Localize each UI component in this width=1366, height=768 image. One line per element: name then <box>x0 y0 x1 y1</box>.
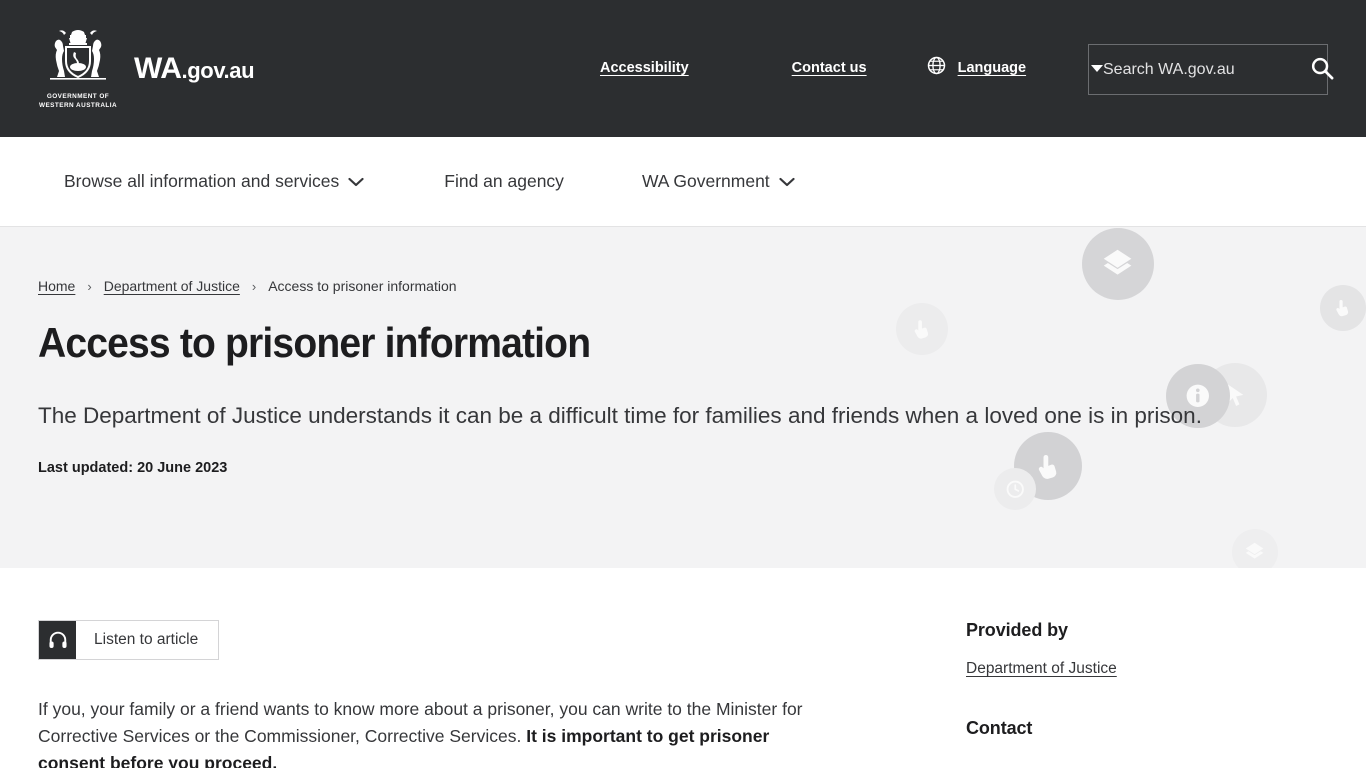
wordmark-suffix: .gov.au <box>181 57 255 83</box>
nav-item-label: Browse all information and services <box>64 171 340 191</box>
search-box[interactable] <box>1088 44 1334 95</box>
nav-item-browse-all[interactable]: Browse all information and services <box>64 171 364 192</box>
header-utility-links: Accessibility Contact us Language <box>600 56 1104 80</box>
search-icon <box>1310 56 1335 84</box>
nav-item-label: WA Government <box>641 171 770 191</box>
layers-icon <box>1232 529 1278 568</box>
wa-gov-logo[interactable]: GOVERNMENT OF WESTERN AUSTRALIA WA.gov.a… <box>38 27 255 110</box>
hero-lead-text: The Department of Justice understands it… <box>38 403 1202 428</box>
breadcrumb-separator-icon: › <box>87 278 92 294</box>
contact-heading: Contact <box>966 718 1033 738</box>
contact-us-link[interactable]: Contact us <box>792 60 867 76</box>
wordmark: WA.gov.au <box>134 51 255 86</box>
provided-by-link[interactable]: Department of Justice <box>966 660 1117 678</box>
coat-of-arms-caption: GOVERNMENT OF WESTERN AUSTRALIA <box>38 93 118 109</box>
language-link[interactable]: Language <box>958 60 1026 76</box>
breadcrumb-item-current: Access to prisoner information <box>268 278 457 294</box>
accessibility-link[interactable]: Accessibility <box>600 60 689 76</box>
site-header: GOVERNMENT OF WESTERN AUSTRALIA WA.gov.a… <box>0 0 1366 137</box>
breadcrumb-item-department-of-justice[interactable]: Department of Justice <box>104 278 240 294</box>
coat-of-arms: GOVERNMENT OF WESTERN AUSTRALIA <box>38 27 118 110</box>
chevron-down-icon <box>779 171 795 192</box>
wordmark-main: WA <box>134 51 182 85</box>
chevron-down-icon <box>348 171 364 192</box>
breadcrumb-item-home[interactable]: Home <box>38 278 75 294</box>
search-input[interactable] <box>1089 60 1310 79</box>
nav-item-find-agency[interactable]: Find an agency <box>444 171 564 192</box>
globe-icon <box>927 56 946 80</box>
breadcrumb-separator-icon: › <box>251 278 257 294</box>
hero-section: Home › Department of Justice › Access to… <box>0 227 1366 568</box>
listen-to-article-button[interactable]: Listen to article <box>38 620 220 660</box>
body-paragraph: If you, your family or a friend wants to… <box>38 696 838 768</box>
nav-item-wa-government[interactable]: WA Government <box>642 171 795 192</box>
headphones-icon <box>39 621 76 659</box>
search-button[interactable] <box>1310 45 1335 94</box>
provided-by-heading: Provided by <box>966 620 1068 640</box>
sidebar: Provided by Department of Justice Contac… <box>966 620 1326 739</box>
main-content: Listen to article If you, your family or… <box>0 568 1366 768</box>
breadcrumb: Home › Department of Justice › Access to… <box>38 278 1366 294</box>
main-navigation: Browse all information and services Find… <box>0 137 1366 227</box>
last-updated-text: Last updated: 20 June 2023 <box>38 460 228 476</box>
listen-to-article-label: Listen to article <box>94 631 199 648</box>
nav-item-label: Find an agency <box>444 171 564 191</box>
page-title: Access to prisoner information <box>38 319 591 366</box>
coat-of-arms-icon <box>50 30 106 80</box>
